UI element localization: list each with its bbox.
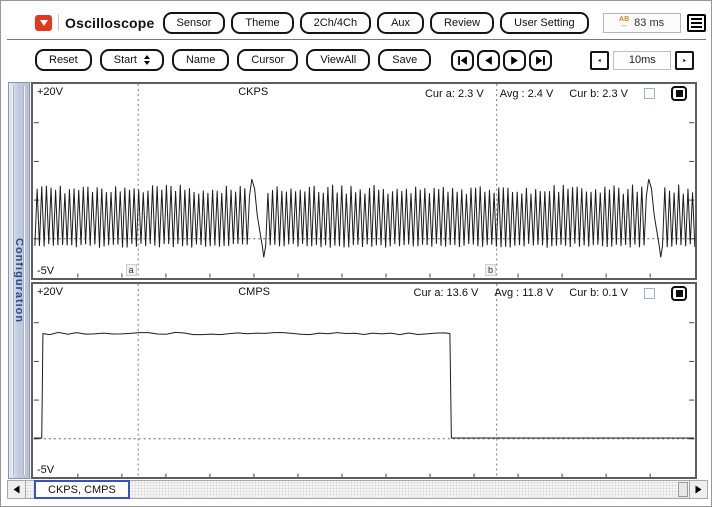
timebase-decrease-button[interactable] bbox=[590, 51, 609, 70]
cmps-waveform-plot[interactable] bbox=[33, 284, 695, 478]
avg-readout: Avg : 11.8 V bbox=[494, 287, 553, 299]
scrollbar-track[interactable]: CKPS, CMPS bbox=[26, 481, 689, 498]
arrow-left-icon bbox=[13, 485, 20, 494]
configuration-panel-handle[interactable]: Configuration bbox=[8, 82, 30, 479]
readouts-row: Cur a: 13.6 V Avg : 11.8 V Cur b: 0.1 V bbox=[414, 286, 687, 301]
chart-cmps[interactable]: +20V CMPS Cur a: 13.6 V Avg : 11.8 V Cur… bbox=[31, 282, 697, 480]
main-area: Configuration +20V CKPS Cur a: 2.3 V Avg… bbox=[8, 82, 697, 479]
start-button[interactable]: Start bbox=[100, 49, 164, 71]
cursor-time-display: AB↔ 83 ms bbox=[603, 13, 681, 33]
timebase-increase-button[interactable] bbox=[675, 51, 694, 70]
ab-cursor-icon: AB↔ bbox=[619, 17, 629, 28]
theme-button[interactable]: Theme bbox=[231, 12, 293, 34]
charts-stack: +20V CKPS Cur a: 2.3 V Avg : 2.4 V Cur b… bbox=[31, 82, 697, 479]
scroll-right-button[interactable] bbox=[689, 481, 707, 498]
arrow-left-icon bbox=[598, 55, 601, 66]
configuration-label: Configuration bbox=[13, 238, 25, 323]
y-min-label: -5V bbox=[37, 265, 54, 277]
timebase-group: 10ms bbox=[590, 51, 694, 70]
channel-color-button[interactable] bbox=[671, 86, 687, 101]
name-button[interactable]: Name bbox=[172, 49, 229, 71]
menu-icon[interactable] bbox=[687, 14, 706, 32]
user-setting-button[interactable]: User Setting bbox=[500, 12, 589, 34]
cursor-b-readout: Cur b: 2.3 V bbox=[569, 88, 628, 100]
chart-ckps[interactable]: +20V CKPS Cur a: 2.3 V Avg : 2.4 V Cur b… bbox=[31, 82, 697, 280]
review-button[interactable]: Review bbox=[430, 12, 494, 34]
channel-title: CKPS bbox=[238, 86, 268, 98]
cursor-delta-value: 83 ms bbox=[634, 17, 664, 29]
step-back-button[interactable] bbox=[477, 50, 500, 71]
skip-first-button[interactable] bbox=[451, 50, 474, 71]
cursor-a-readout: Cur a: 13.6 V bbox=[414, 287, 479, 299]
start-button-label: Start bbox=[114, 54, 137, 66]
timebase-value: 10ms bbox=[613, 51, 671, 70]
cursor-a-readout: Cur a: 2.3 V bbox=[425, 88, 484, 100]
y-min-label: -5V bbox=[37, 464, 54, 476]
ckps-waveform-plot[interactable] bbox=[33, 84, 695, 278]
record-nav-group bbox=[451, 50, 552, 71]
arrow-right-icon bbox=[695, 485, 702, 494]
active-channels-label: CKPS, CMPS bbox=[34, 480, 130, 499]
scroll-left-button[interactable] bbox=[8, 481, 26, 498]
divider bbox=[58, 14, 59, 31]
step-back-icon bbox=[483, 55, 494, 66]
skip-last-icon bbox=[535, 55, 546, 66]
skip-last-button[interactable] bbox=[529, 50, 552, 71]
cursor-b-label[interactable]: b bbox=[485, 264, 496, 276]
avg-readout: Avg : 2.4 V bbox=[500, 88, 554, 100]
channel-color-button[interactable] bbox=[671, 286, 687, 301]
save-button[interactable]: Save bbox=[378, 49, 431, 71]
top-toolbar: Oscilloscope Sensor Theme 2Ch/4Ch Aux Re… bbox=[7, 6, 706, 40]
main-toolbar: Reset Start Name Cursor ViewAll Save bbox=[7, 45, 706, 75]
cursor-a-label[interactable]: a bbox=[126, 264, 137, 276]
down-triangle-icon bbox=[40, 20, 48, 26]
channel-checkbox[interactable] bbox=[644, 288, 655, 299]
sensor-button[interactable]: Sensor bbox=[163, 12, 226, 34]
readouts-row: Cur a: 2.3 V Avg : 2.4 V Cur b: 2.3 V bbox=[425, 86, 687, 101]
horizontal-scrollbar: CKPS, CMPS bbox=[7, 480, 708, 499]
reset-button[interactable]: Reset bbox=[35, 49, 92, 71]
scrollbar-thumb[interactable] bbox=[678, 482, 688, 497]
viewall-button[interactable]: ViewAll bbox=[306, 49, 370, 71]
aux-button[interactable]: Aux bbox=[377, 12, 424, 34]
skip-first-icon bbox=[457, 55, 468, 66]
arrow-right-icon bbox=[683, 55, 686, 66]
channel-mode-button[interactable]: 2Ch/4Ch bbox=[300, 12, 371, 34]
app-logo-icon[interactable] bbox=[35, 15, 52, 31]
updown-spinner-icon bbox=[144, 55, 150, 65]
oscilloscope-window: Oscilloscope Sensor Theme 2Ch/4Ch Aux Re… bbox=[0, 0, 712, 507]
page-title: Oscilloscope bbox=[65, 15, 155, 31]
y-max-label: +20V bbox=[37, 86, 63, 98]
step-forward-button[interactable] bbox=[503, 50, 526, 71]
cursor-b-readout: Cur b: 0.1 V bbox=[569, 287, 628, 299]
channel-title: CMPS bbox=[238, 286, 270, 298]
step-forward-icon bbox=[509, 55, 520, 66]
cursor-button[interactable]: Cursor bbox=[237, 49, 298, 71]
y-max-label: +20V bbox=[37, 286, 63, 298]
channel-checkbox[interactable] bbox=[644, 88, 655, 99]
